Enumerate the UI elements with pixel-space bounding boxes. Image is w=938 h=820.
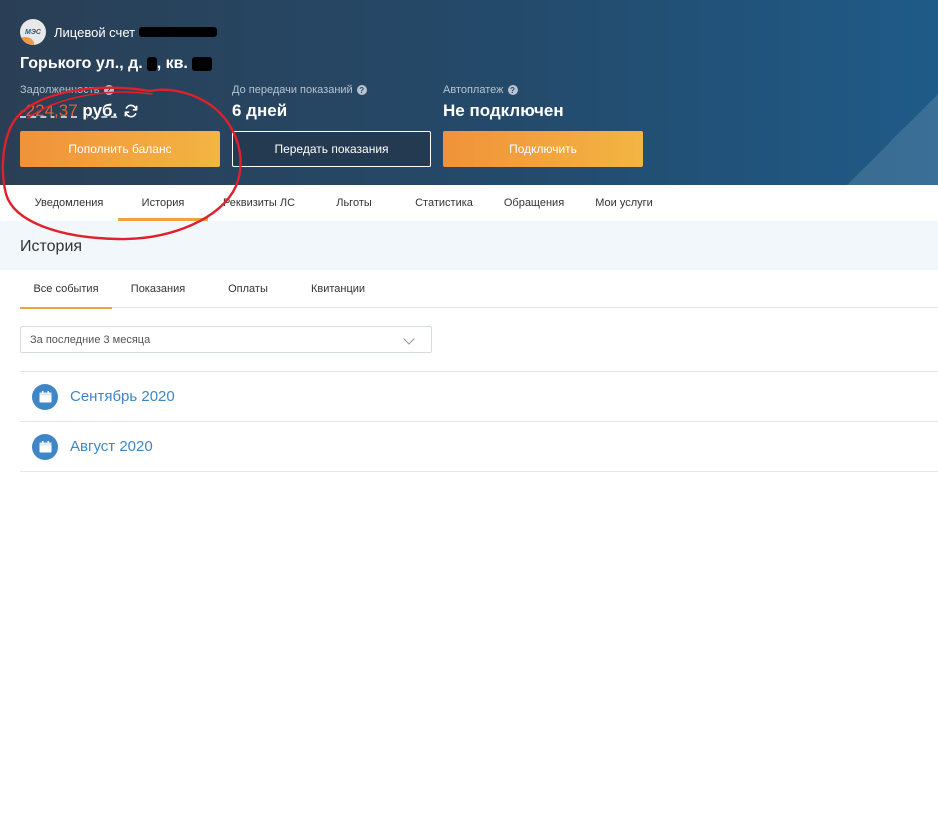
account-tabs: Уведомления История Реквизиты ЛС Льготы … bbox=[0, 185, 938, 221]
debt-amount: -224,37 bbox=[20, 101, 78, 120]
help-icon[interactable]: ? bbox=[356, 85, 367, 95]
calendar-icon bbox=[32, 433, 58, 460]
account-label: Лицевой счет bbox=[54, 24, 136, 40]
debt-unit: руб. bbox=[82, 101, 118, 120]
tab-benefits[interactable]: Льготы bbox=[318, 185, 390, 221]
help-icon[interactable]: ? bbox=[103, 85, 114, 95]
history-month-list: Сентябрь 2020 Август 2020 bbox=[20, 371, 938, 472]
top-up-balance-button[interactable]: Пополнить баланс bbox=[20, 131, 220, 167]
address-flat-label: , кв. bbox=[156, 55, 188, 72]
redacted-flat-number bbox=[191, 57, 212, 71]
account-header: МЭС Лицевой счет Горького ул., д. , кв. … bbox=[0, 0, 938, 185]
mes-logo: МЭС bbox=[20, 19, 46, 45]
list-item-month[interactable]: Сентябрь 2020 bbox=[20, 372, 938, 422]
help-icon[interactable]: ? bbox=[507, 85, 518, 95]
subtab-all-events[interactable]: Все события bbox=[20, 270, 112, 309]
tab-notifications[interactable]: Уведомления bbox=[20, 185, 118, 221]
refresh-icon[interactable] bbox=[123, 103, 139, 119]
period-select[interactable]: За последние 3 месяца bbox=[20, 326, 432, 353]
debt-block: Задолженность ? -224,37 руб. bbox=[20, 84, 139, 121]
page-title: История bbox=[20, 238, 83, 255]
readings-value: 6 дней bbox=[232, 101, 288, 120]
tab-requests[interactable]: Обращения bbox=[496, 185, 572, 221]
readings-block: До передачи показаний ? 6 дней bbox=[232, 84, 367, 121]
tab-statistics[interactable]: Статистика bbox=[404, 185, 484, 221]
autopay-value: Не подключен bbox=[443, 101, 564, 120]
subtab-payments[interactable]: Оплаты bbox=[210, 270, 286, 308]
tab-my-services[interactable]: Мои услуги bbox=[584, 185, 664, 221]
redacted-house-number bbox=[146, 57, 157, 71]
subtab-receipts[interactable]: Квитанции bbox=[298, 270, 378, 308]
list-item-month[interactable]: Август 2020 bbox=[20, 422, 938, 472]
connect-autopay-button[interactable]: Подключить bbox=[443, 131, 643, 167]
calendar-icon bbox=[32, 383, 58, 410]
period-select-value: За последние 3 месяца bbox=[30, 333, 151, 346]
redacted-account-number bbox=[139, 27, 218, 37]
readings-label: До передачи показаний bbox=[232, 84, 353, 96]
autopay-block: Автоплатеж ? Не подключен bbox=[443, 84, 564, 121]
submit-readings-button[interactable]: Передать показания bbox=[232, 131, 431, 167]
address-street: Горького ул., д. bbox=[20, 55, 143, 72]
tab-account-details[interactable]: Реквизиты ЛС bbox=[212, 185, 306, 221]
autopay-label: Автоплатеж bbox=[443, 84, 504, 96]
month-label: Сентябрь 2020 bbox=[70, 388, 175, 405]
debt-label: Задолженность bbox=[20, 84, 100, 96]
address: Горького ул., д. , кв. bbox=[20, 55, 212, 73]
subtab-readings[interactable]: Показания bbox=[116, 270, 200, 308]
tab-history[interactable]: История bbox=[118, 185, 208, 221]
section-header-bar bbox=[0, 221, 938, 270]
header-decoration bbox=[738, 60, 938, 185]
month-label: Август 2020 bbox=[70, 438, 153, 455]
chevron-down-icon bbox=[403, 333, 415, 345]
debt-value: -224,37 руб. bbox=[20, 101, 117, 121]
history-filter-tabs: Все события Показания Оплаты Квитанции bbox=[20, 270, 938, 309]
account-row: МЭС Лицевой счет bbox=[20, 19, 218, 45]
